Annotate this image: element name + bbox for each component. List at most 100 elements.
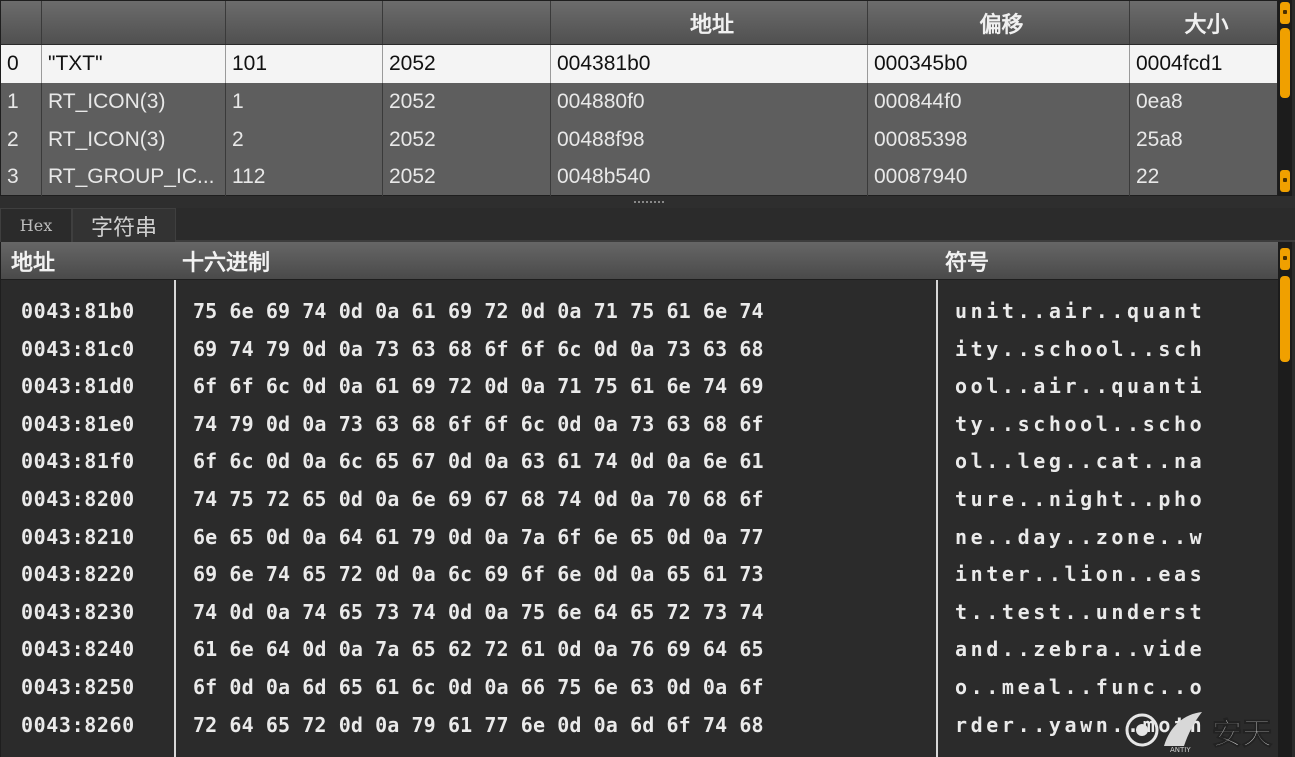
hex-row[interactable]: 0043:8220 69 6e 74 65 72 0d 0a 6c 69 6f … <box>1 556 1279 594</box>
row-size: 0004fcd1 <box>1136 52 1223 75</box>
row-offset: 000345b0 <box>868 45 1130 83</box>
hex-row[interactable]: 0043:8250 6f 0d 0a 6d 65 61 6c 0d 0a 66 … <box>1 669 1279 707</box>
row-address: 0048b540 <box>551 158 868 196</box>
hex-row-ascii[interactable]: inter..lion..eas <box>955 556 1205 594</box>
hex-row-address: 0043:81c0 <box>21 336 135 361</box>
hex-row-address: 0043:81f0 <box>21 449 135 474</box>
antiy-logo-icon: ANTIY 安天 <box>1125 712 1273 754</box>
hex-row-bytes[interactable]: 6e 65 0d 0a 64 61 79 0d 0a 7a 6f 6e 65 0… <box>193 519 764 557</box>
hex-row-ascii[interactable]: ity..school..sch <box>955 331 1205 369</box>
hex-row-ascii[interactable]: t..test..underst <box>955 594 1205 632</box>
hex-row-address: 0043:8250 <box>21 675 135 699</box>
hex-row-ascii[interactable]: ne..day..zone..w <box>955 519 1205 557</box>
row-offset: 00087940 <box>868 158 1130 196</box>
scroll-down-button[interactable] <box>1280 170 1290 192</box>
row-address: 004381b0 <box>551 45 868 83</box>
hex-row-address: 0043:81b0 <box>21 299 135 323</box>
hex-row[interactable]: 0043:81e0 74 79 0d 0a 73 63 68 6f 6f 6c … <box>1 406 1279 444</box>
hex-row[interactable]: 0043:8230 74 0d 0a 74 65 73 74 0d 0a 75 … <box>1 594 1279 632</box>
tab-strings[interactable]: 字符串 <box>72 208 176 242</box>
hex-row-address: 0043:81d0 <box>21 374 135 399</box>
hex-row[interactable]: 0043:8260 72 64 65 72 0d 0a 79 61 77 6e … <box>1 707 1279 745</box>
hex-row-bytes[interactable]: 69 6e 74 65 72 0d 0a 6c 69 6f 6e 0d 0a 6… <box>193 556 764 594</box>
hex-view-header: 地址 十六进制 符号 <box>1 242 1279 280</box>
row-offset: 00085398 <box>868 121 1130 159</box>
panel-splitter[interactable] <box>0 196 1295 208</box>
table-row[interactable]: 2 RT_ICON(3) 2 2052 00488f98 00085398 25… <box>1 121 1277 159</box>
hex-row-address: 0043:8210 <box>21 524 135 549</box>
hex-row-bytes[interactable]: 69 74 79 0d 0a 73 63 68 6f 6f 6c 0d 0a 7… <box>193 331 764 369</box>
resource-table-scrollbar[interactable] <box>1278 0 1292 196</box>
watermark-logo: ANTIY 安天 <box>1124 706 1290 754</box>
hex-row-bytes[interactable]: 6f 0d 0a 6d 65 61 6c 0d 0a 66 75 6e 63 0… <box>193 669 764 707</box>
row-type: RT_GROUP_IC... <box>42 158 226 196</box>
hex-row-bytes[interactable]: 74 0d 0a 74 65 73 74 0d 0a 75 6e 64 65 7… <box>193 594 764 632</box>
hex-row[interactable]: 0043:8200 74 75 72 65 0d 0a 6e 69 67 68 … <box>1 481 1279 519</box>
column-header-size[interactable]: 大小 <box>1130 1 1277 44</box>
table-row[interactable]: 1 RT_ICON(3) 1 2052 004880f0 000844f0 0e… <box>1 83 1277 121</box>
hex-row-ascii[interactable]: ol..leg..cat..na <box>955 443 1205 481</box>
hex-row[interactable]: 0043:81f0 6f 6c 0d 0a 6c 65 67 0d 0a 63 … <box>1 443 1279 481</box>
row-language: 2052 <box>383 45 551 83</box>
watermark-subtext: ANTIY <box>1170 746 1191 754</box>
hex-row-ascii[interactable]: ty..school..scho <box>955 406 1205 444</box>
hex-row-bytes[interactable]: 74 79 0d 0a 73 63 68 6f 6f 6c 0d 0a 73 6… <box>193 406 764 444</box>
hex-row-ascii[interactable]: and..zebra..vide <box>955 631 1205 669</box>
row-size: 25a8 <box>1136 128 1183 151</box>
resource-table-header: 地址 偏移 大小 <box>1 1 1277 45</box>
column-header-address: 地址 <box>11 250 56 275</box>
hex-row-address: 0043:8200 <box>21 487 135 511</box>
row-size: 0ea8 <box>1136 90 1183 113</box>
hex-row-bytes[interactable]: 75 6e 69 74 0d 0a 61 69 72 0d 0a 71 75 6… <box>193 293 764 331</box>
row-offset: 000844f0 <box>868 83 1130 121</box>
hex-row[interactable]: 0043:81c0 69 74 79 0d 0a 73 63 68 6f 6f … <box>1 331 1279 369</box>
column-header-type[interactable] <box>42 1 226 44</box>
table-row[interactable]: 3 RT_GROUP_IC... 112 2052 0048b540 00087… <box>1 158 1277 196</box>
table-row[interactable]: 0 "TXT" 101 2052 004381b0 000345b0 0004f… <box>1 45 1277 83</box>
hex-row[interactable]: 0043:8240 61 6e 64 0d 0a 7a 65 62 72 61 … <box>1 631 1279 669</box>
hex-row-ascii[interactable]: ture..night..pho <box>955 481 1205 519</box>
hex-row[interactable]: 0043:8210 6e 65 0d 0a 64 61 79 0d 0a 7a … <box>1 519 1279 557</box>
row-type: RT_ICON(3) <box>42 121 226 159</box>
row-name: 101 <box>226 45 383 83</box>
hex-row-bytes[interactable]: 72 64 65 72 0d 0a 79 61 77 6e 0d 0a 6d 6… <box>193 707 764 745</box>
column-header-index[interactable] <box>1 1 42 44</box>
watermark-text: 安天 <box>1212 717 1272 752</box>
column-header-name[interactable] <box>226 1 383 44</box>
hex-row-address: 0043:8220 <box>21 562 135 587</box>
hex-row-ascii[interactable]: o..meal..func..o <box>955 669 1205 707</box>
hex-row-bytes[interactable]: 61 6e 64 0d 0a 7a 65 62 72 61 0d 0a 76 6… <box>193 631 764 669</box>
scroll-up-button[interactable] <box>1280 248 1290 270</box>
row-address: 00488f98 <box>551 121 868 159</box>
row-language: 2052 <box>383 121 551 159</box>
hex-row-bytes[interactable]: 6f 6c 0d 0a 6c 65 67 0d 0a 63 61 74 0d 0… <box>193 443 764 481</box>
column-header-offset[interactable]: 偏移 <box>868 1 1130 44</box>
row-name: 2 <box>226 121 383 159</box>
scrollbar-thumb[interactable] <box>1280 276 1290 362</box>
row-index: 3 <box>1 158 42 196</box>
tab-hex[interactable]: Hex <box>0 208 72 242</box>
scroll-up-button[interactable] <box>1280 2 1290 24</box>
hex-row-bytes[interactable]: 74 75 72 65 0d 0a 6e 69 67 68 74 0d 0a 7… <box>193 481 764 519</box>
hex-row-ascii[interactable]: unit..air..quant <box>955 293 1205 331</box>
column-header-symbols: 符号 <box>945 250 990 275</box>
hex-view: 地址 十六进制 符号 0043:81b0 75 6e 69 74 0d 0a 6… <box>0 242 1279 757</box>
scrollbar-thumb[interactable] <box>1280 28 1290 98</box>
hex-row-address: 0043:8230 <box>21 599 135 624</box>
hex-row-ascii[interactable]: ool..air..quanti <box>955 368 1205 406</box>
hex-row[interactable]: 0043:81b0 75 6e 69 74 0d 0a 61 69 72 0d … <box>1 293 1279 331</box>
row-name: 112 <box>226 158 383 196</box>
hex-view-scrollbar[interactable] <box>1278 242 1292 757</box>
row-language: 2052 <box>383 158 551 196</box>
hex-row-bytes[interactable]: 6f 6f 6c 0d 0a 61 69 72 0d 0a 71 75 61 6… <box>193 368 764 406</box>
row-type: "TXT" <box>42 45 226 83</box>
splitter-grip-icon[interactable] <box>634 201 664 203</box>
hex-row[interactable]: 0043:81d0 6f 6f 6c 0d 0a 61 69 72 0d 0a … <box>1 368 1279 406</box>
column-header-address[interactable]: 地址 <box>551 1 868 44</box>
row-index: 1 <box>1 83 42 121</box>
hex-row-address: 0043:8260 <box>21 712 135 737</box>
row-address: 004880f0 <box>551 83 868 121</box>
column-header-language[interactable] <box>383 1 551 44</box>
hex-row-address: 0043:81e0 <box>21 411 135 436</box>
row-language: 2052 <box>383 83 551 121</box>
